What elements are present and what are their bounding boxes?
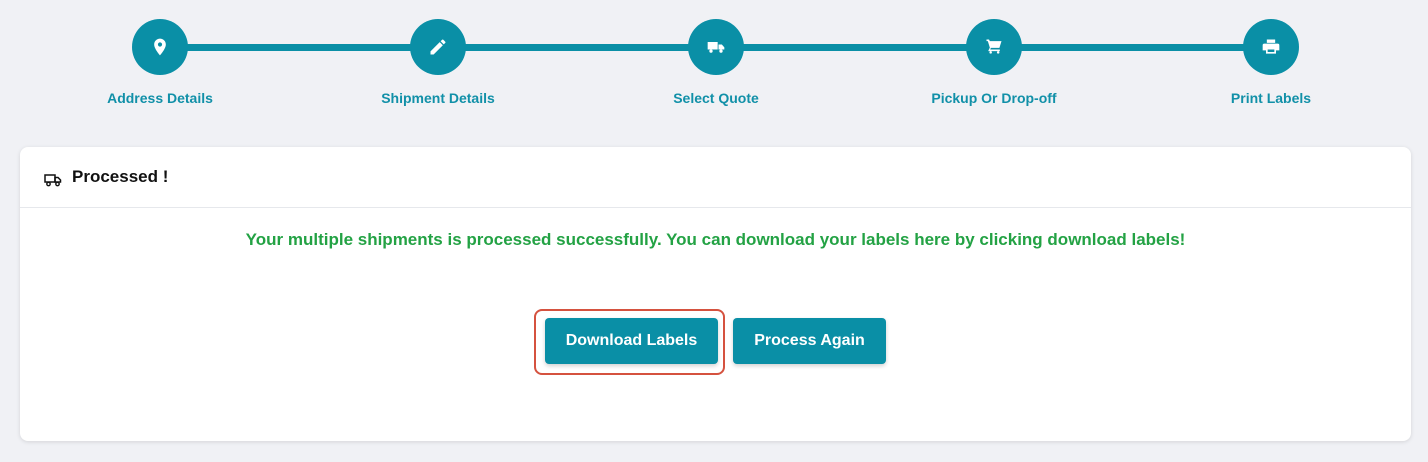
progress-stepper: Address Details Shipment Details Select … — [0, 0, 1428, 130]
step-label: Address Details — [107, 90, 213, 106]
step-circle — [966, 19, 1022, 75]
truck-outline-icon — [44, 174, 62, 187]
download-labels-button[interactable]: Download Labels — [545, 318, 718, 364]
process-again-button[interactable]: Process Again — [733, 318, 886, 364]
step-circle — [410, 19, 466, 75]
map-marker-icon — [154, 38, 166, 56]
card-header: Processed ! — [20, 147, 1411, 208]
step-circle — [132, 19, 188, 75]
step-address-details[interactable]: Address Details — [80, 19, 240, 106]
truck-icon — [707, 42, 725, 53]
step-label: Select Quote — [673, 90, 759, 106]
step-print-labels[interactable]: Print Labels — [1191, 19, 1351, 106]
step-label: Print Labels — [1230, 90, 1312, 106]
cart-icon — [986, 39, 1002, 54]
success-message: Your multiple shipments is processed suc… — [245, 230, 1186, 249]
printer-icon — [1262, 39, 1280, 54]
card-title: Processed ! — [72, 167, 169, 186]
step-pickup-or-drop-off[interactable]: Pickup Or Drop-off — [914, 19, 1074, 106]
pencil-icon — [430, 39, 446, 55]
result-card: Processed ! Your multiple shipments is p… — [20, 147, 1411, 441]
step-label: Shipment Details — [381, 90, 495, 106]
step-circle — [1243, 19, 1299, 75]
step-select-quote[interactable]: Select Quote — [636, 19, 796, 106]
step-label: Pickup Or Drop-off — [931, 90, 1057, 106]
step-shipment-details[interactable]: Shipment Details — [358, 19, 518, 106]
step-circle — [688, 19, 744, 75]
